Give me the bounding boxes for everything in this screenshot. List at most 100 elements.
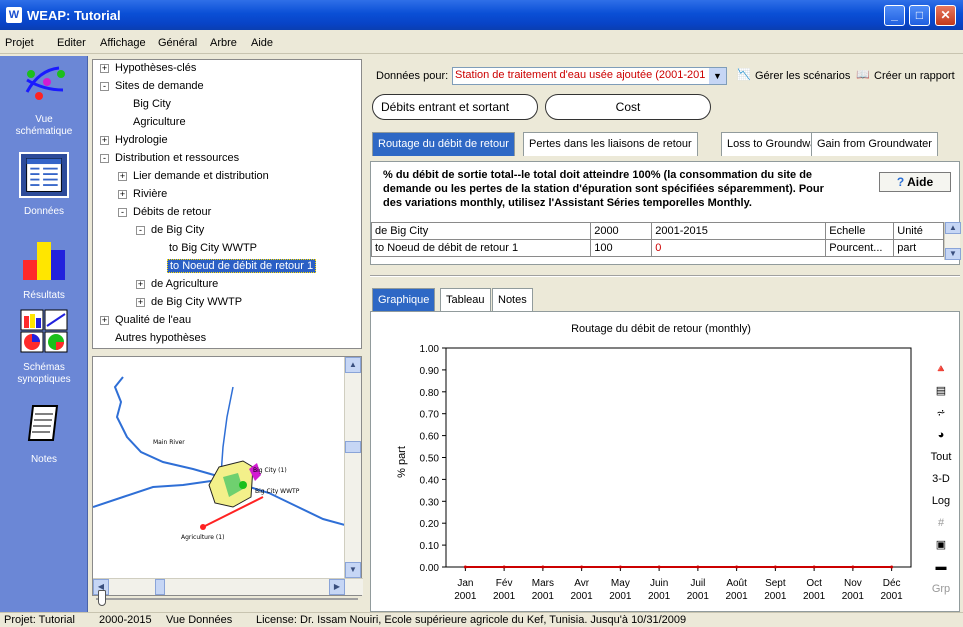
scroll-up-icon[interactable]: ▲ (945, 222, 961, 234)
scroll-down-icon[interactable]: ▼ (345, 562, 361, 578)
tree-item[interactable]: Hydrologie (115, 134, 168, 146)
grid-icon[interactable]: # (928, 512, 954, 534)
x-tick-label: Août (726, 578, 747, 589)
tree-expand-toggle[interactable]: + (100, 316, 109, 325)
nav-results-label: Résultats (23, 290, 65, 301)
all-button[interactable]: Tout (928, 446, 954, 468)
tree-expand-toggle[interactable]: - (100, 154, 109, 163)
data-for-row: Données pour: Station de traitement d'ea… (370, 59, 963, 85)
tree-expand-toggle[interactable]: + (100, 136, 109, 145)
tree-item[interactable]: to Big City WWTP (169, 242, 257, 254)
scenario-dropdown[interactable]: Station de traitement d'eau usée ajoutée… (452, 67, 727, 85)
inflows-outflows-button[interactable]: Débits entrant et sortant (372, 94, 538, 120)
nav-data[interactable]: Données (4, 152, 84, 218)
row-unit-cell[interactable]: part (893, 239, 944, 257)
tree-expand-toggle[interactable]: + (136, 280, 145, 289)
scroll-up-icon[interactable]: ▲ (345, 357, 361, 373)
scroll-thumb[interactable] (155, 579, 165, 595)
row-scale-cell[interactable]: Pourcent... (825, 239, 895, 257)
cost-button[interactable]: Cost (545, 94, 711, 120)
chevron-down-icon[interactable]: ▼ (709, 68, 726, 84)
create-report-link[interactable]: Créer un rapport (874, 70, 955, 82)
tree-item[interactable]: Distribution et ressources (115, 152, 239, 164)
3d-button[interactable]: 3-D (928, 468, 954, 490)
scenario-dropdown-value: Station de traitement d'eau usée ajoutée… (455, 69, 706, 81)
grid-scrollbar[interactable]: ▲ ▼ (944, 222, 961, 260)
tree-item[interactable]: Big City (133, 98, 171, 110)
line-style-icon[interactable]: ▬ (928, 556, 954, 578)
schematic-map[interactable]: Main River Big City (1) Big City WWTP Ag… (92, 356, 363, 596)
tree-expand-toggle[interactable]: + (136, 298, 145, 307)
pie-icon[interactable]: ◕ (928, 424, 954, 446)
close-button[interactable]: ✕ (935, 5, 956, 26)
x-tick-year-label: 2001 (493, 591, 516, 602)
tab-table[interactable]: Tableau (440, 288, 491, 312)
chart-type-icon[interactable]: 🔺 (928, 358, 954, 380)
map-vertical-scrollbar[interactable]: ▲ ▼ (344, 357, 361, 579)
menu-arbre[interactable]: Arbre (210, 37, 237, 49)
menu-editer[interactable]: Editer (57, 37, 86, 49)
tree-item[interactable]: de Agriculture (151, 278, 218, 290)
status-license: License: Dr. Issam Nouiri, Ecole supérie… (256, 614, 687, 626)
tree-expand-toggle[interactable]: + (118, 172, 127, 181)
zoom-slider-track[interactable] (96, 598, 358, 600)
tree-expand-toggle[interactable]: + (100, 64, 109, 73)
tree-item[interactable]: Qualité de l'eau (115, 314, 191, 326)
menu-aide[interactable]: Aide (251, 37, 273, 49)
notes-icon (27, 405, 59, 441)
tree-item[interactable]: Lier demande et distribution (133, 170, 269, 182)
return-flow-tabs: Routage du débit de retour Pertes dans l… (372, 132, 962, 156)
chart-tabs: Graphique Tableau Notes (372, 288, 672, 312)
tree-expand-toggle[interactable]: - (118, 208, 127, 217)
tree-expand-toggle[interactable]: + (118, 190, 127, 199)
row-branch-cell[interactable]: to Noeud de débit de retour 1 (370, 239, 592, 257)
zoom-slider-thumb[interactable] (98, 590, 106, 606)
tree-item[interactable]: de Big City (151, 224, 204, 236)
tree-item[interactable]: Sites de demande (115, 80, 204, 92)
legend-icon[interactable]: ▣ (928, 534, 954, 556)
tree-item[interactable]: Agriculture (133, 116, 186, 128)
row-expression-cell[interactable]: 0 (651, 239, 827, 257)
manage-scenarios-link[interactable]: Gérer les scénarios (755, 70, 850, 82)
tab-return-link-losses[interactable]: Pertes dans les liaisons de retour (523, 132, 698, 156)
tab-gain-from-groundwater[interactable]: Gain from Groundwater (811, 132, 938, 156)
nav-results[interactable]: Résultats (4, 236, 84, 302)
tree-expand-toggle[interactable]: - (136, 226, 145, 235)
map-horizontal-scrollbar[interactable]: ◀ ▶ (93, 578, 363, 595)
help-button[interactable]: ? Aide (879, 172, 951, 192)
group-button[interactable]: Grp (928, 578, 954, 600)
nav-notes-label: Notes (30, 454, 58, 465)
tab-chart[interactable]: Graphique (372, 288, 436, 312)
nav-schematic[interactable]: Vue schématique (4, 60, 84, 138)
header-cell: Unité (893, 222, 944, 240)
scroll-thumb[interactable] (345, 441, 361, 453)
menu-general[interactable]: Général (158, 37, 197, 49)
x-tick-year-label: 2001 (454, 591, 477, 602)
color-scheme-icon[interactable]: ▤ (928, 380, 954, 402)
scroll-down-icon[interactable]: ▼ (945, 248, 961, 260)
tree-item[interactable]: Débits de retour (133, 206, 211, 218)
menu-affichage[interactable]: Affichage (100, 37, 146, 49)
status-project: Projet: Tutorial (4, 614, 75, 626)
x-tick-label: Nov (844, 578, 862, 589)
stack-icon[interactable]: ⩫ (928, 402, 954, 424)
splitter[interactable] (370, 275, 960, 277)
tree-item[interactable]: Rivière (133, 188, 167, 200)
maximize-button[interactable]: □ (909, 5, 930, 26)
tree-expand-toggle[interactable]: - (100, 82, 109, 91)
tab-return-flow-routing[interactable]: Routage du débit de retour (372, 132, 515, 156)
tab-notes[interactable]: Notes (492, 288, 533, 312)
menu-projet[interactable]: Projet (5, 37, 34, 49)
scroll-right-icon[interactable]: ▶ (329, 579, 345, 595)
tree-item[interactable]: de Big City WWTP (151, 296, 242, 308)
tree-item[interactable]: Hypothèses-clés (115, 62, 196, 74)
log-button[interactable]: Log (928, 490, 954, 512)
row-2000-cell[interactable]: 100 (590, 239, 653, 257)
window-title: WEAP: Tutorial (27, 8, 121, 23)
minimize-button[interactable]: _ (884, 5, 905, 26)
nav-overviews[interactable]: Schémas synoptiques (4, 308, 84, 386)
tree-item-selected[interactable]: to Noeud de débit de retour 1 (167, 259, 317, 273)
map-label-wwtp: Big City WWTP (255, 488, 300, 495)
tree-item[interactable]: Autres hypothèses (115, 332, 206, 344)
nav-notes[interactable]: Notes (4, 400, 84, 466)
